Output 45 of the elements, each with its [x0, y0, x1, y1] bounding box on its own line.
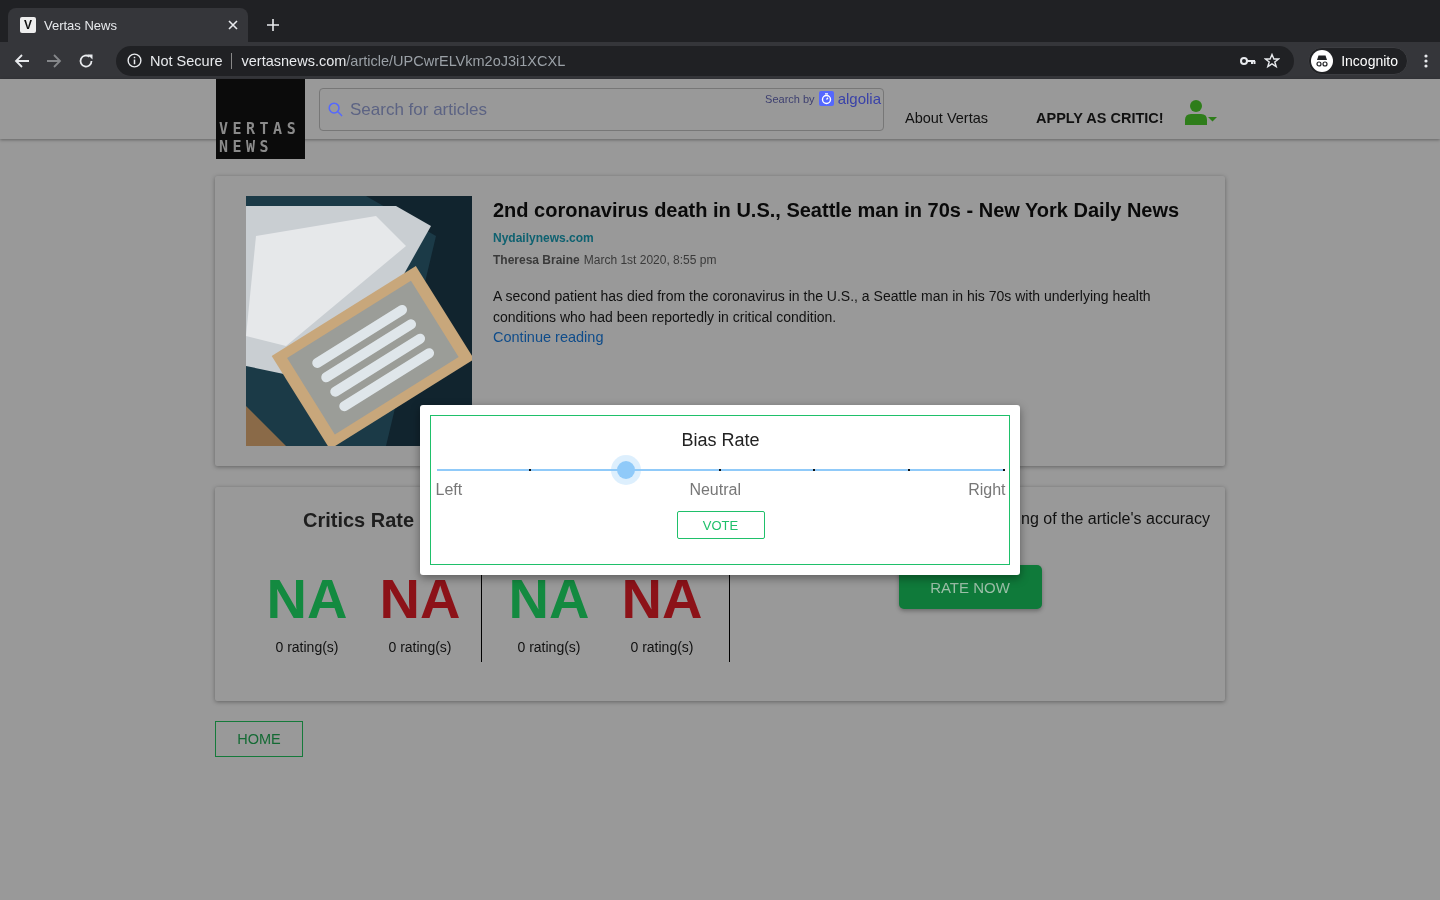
rating-count: 0 rating(s) [517, 639, 581, 655]
slider-label: Neutral [689, 481, 741, 499]
rating-count: 0 rating(s) [388, 639, 452, 655]
nav-link[interactable]: APPLY AS CRITIC! [1036, 110, 1164, 126]
author-name: Theresa Braine [493, 253, 580, 267]
browser-tab[interactable]: V Vertas News [8, 8, 248, 42]
score-value: NA [621, 571, 703, 627]
ratings-heading: Critics Rate [303, 509, 415, 533]
search-field[interactable]: Search for articles Search by algolia [319, 88, 884, 131]
key-icon[interactable] [1240, 55, 1257, 66]
slider-label: Left [435, 481, 463, 499]
profile-button[interactable]: Incognito [1308, 46, 1408, 75]
search-by-label: Search by [765, 92, 815, 105]
tab-title: Vertas News [44, 17, 118, 33]
article-summary: A second patient has died from the coronavirus in the U.S., a Seattle man in his 70s with underlying health conditions who had been reportedly in critical condition. [493, 287, 1152, 327]
info-icon [127, 53, 142, 68]
nav-link[interactable]: About Vertas [905, 110, 989, 126]
continue-reading-link[interactable]: Continue reading [493, 329, 604, 345]
rating-count: 0 rating(s) [275, 639, 339, 655]
incognito-icon [1311, 49, 1334, 72]
rating-prompt: ng of the article's accuracy [1021, 510, 1210, 528]
score-value: NA [266, 571, 348, 627]
close-icon[interactable] [228, 20, 238, 30]
back-icon[interactable] [14, 52, 30, 69]
dialog-title: Bias Rate [681, 430, 760, 451]
security-label: Not Secure [150, 52, 232, 69]
forward-icon[interactable] [46, 52, 62, 69]
stopwatch-icon [818, 91, 834, 106]
algolia-label[interactable]: algolia [837, 90, 881, 107]
favicon-icon: V [20, 17, 36, 33]
slider-thumb[interactable] [616, 461, 635, 479]
rating-count: 0 rating(s) [630, 639, 694, 655]
article-title[interactable]: 2nd coronavirus death in U.S., Seattle man in 70s - New York Daily News [493, 199, 1205, 222]
score-value: NA [379, 571, 461, 627]
score-value: NA [508, 571, 590, 627]
menu-icon[interactable] [1424, 53, 1428, 68]
publish-date: March 1st 2020, 8:55 pm [583, 253, 717, 267]
url-text: vertasnews.com/article/UPCwrELVkm2oJ3i1XCXL [241, 52, 566, 69]
address-bar[interactable]: Not Secure vertasnews.com/article/UPCwrELVkm2oJ3i1XCXL [116, 45, 1295, 76]
logo[interactable]: VERTAS NEWS [216, 79, 305, 159]
reload-icon[interactable] [78, 52, 94, 69]
new-tab-icon[interactable] [266, 18, 280, 32]
search-icon [328, 102, 343, 117]
slider-label: Right [968, 481, 1006, 499]
star-icon[interactable] [1264, 52, 1281, 69]
